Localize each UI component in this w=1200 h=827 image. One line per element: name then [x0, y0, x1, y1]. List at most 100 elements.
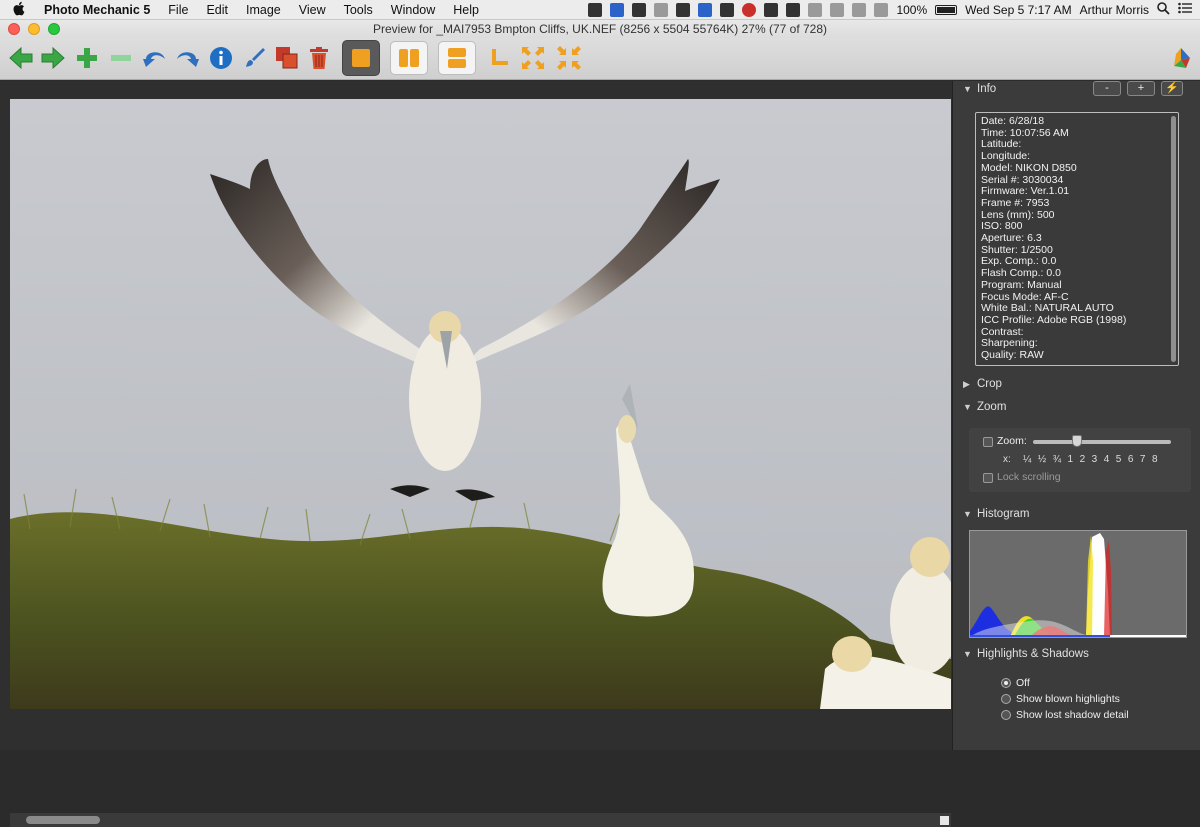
stacked-view-button[interactable] — [438, 41, 476, 75]
zoom-tick[interactable]: 2 — [1080, 454, 1086, 465]
copy-button[interactable] — [270, 41, 304, 75]
next-arrow-icon — [40, 46, 66, 70]
menu-help[interactable]: Help — [444, 0, 488, 20]
minimize-window-button[interactable] — [28, 23, 40, 35]
remove-button[interactable] — [104, 41, 138, 75]
radio-label: Off — [1016, 677, 1030, 689]
single-view-button[interactable] — [342, 40, 380, 76]
radio-lost-shadow[interactable]: Show lost shadow detail — [1001, 709, 1129, 721]
image-viewer[interactable] — [0, 81, 952, 827]
notification-center-icon[interactable] — [1178, 2, 1192, 17]
five-icon[interactable] — [786, 2, 801, 17]
zoom-tick[interactable]: 3 — [1092, 454, 1098, 465]
shield-icon[interactable] — [764, 2, 779, 17]
add-button[interactable] — [70, 41, 104, 75]
info-scrollbar[interactable] — [1171, 116, 1176, 362]
clock[interactable]: Wed Sep 5 7:17 AM — [965, 3, 1072, 17]
zoom-slider-knob[interactable] — [1072, 435, 1082, 447]
menu-edit[interactable]: Edit — [197, 0, 237, 20]
radio-off[interactable]: Off — [1001, 677, 1030, 689]
delete-button[interactable] — [302, 41, 336, 75]
bluetooth-icon[interactable] — [830, 2, 845, 17]
radio-button[interactable] — [1001, 710, 1011, 720]
scrollbar-thumb[interactable] — [26, 816, 100, 824]
zoom-controls: Zoom: x: ¼ ½ ¾ 1 2 3 4 5 6 7 8 Lock scro… — [969, 428, 1191, 492]
info-section-header[interactable]: ▼ Info — [963, 83, 996, 95]
histogram-section-header[interactable]: ▼ Histogram — [963, 508, 1029, 520]
disclosure-open-icon: ▼ — [963, 402, 972, 412]
app-logo-button[interactable] — [1164, 41, 1198, 75]
crop-button[interactable] — [482, 41, 516, 75]
zoom-slider-track[interactable] — [1033, 440, 1171, 444]
info-controls: - + ⚡ — [1093, 81, 1183, 96]
info-expand-button[interactable]: + — [1127, 81, 1155, 96]
info-collapse-button[interactable]: - — [1093, 81, 1121, 96]
highlights-section-header[interactable]: ▼ Highlights & Shadows — [963, 648, 1089, 660]
redo-button[interactable] — [170, 41, 204, 75]
disclosure-closed-icon: ▶ — [963, 378, 970, 389]
film-icon[interactable] — [588, 2, 603, 17]
zoom-fit-button[interactable] — [516, 41, 550, 75]
zoom-window-button[interactable] — [48, 23, 60, 35]
zoom-tick[interactable]: 7 — [1140, 454, 1146, 465]
zoom-checkbox[interactable] — [983, 437, 993, 447]
crop-section-header[interactable]: ▶ Crop — [963, 378, 1002, 390]
zoom-tick[interactable]: ¾ — [1053, 454, 1061, 465]
menu-tools[interactable]: Tools — [335, 0, 382, 20]
side-by-side-icon — [398, 47, 420, 69]
zoom-tick[interactable]: 5 — [1116, 454, 1122, 465]
menu-file[interactable]: File — [159, 0, 197, 20]
info-row: Program: Manual — [981, 278, 1062, 291]
zoom-tick[interactable]: 1 — [1068, 454, 1074, 465]
battery-icon[interactable] — [935, 4, 958, 15]
menu-window[interactable]: Window — [382, 0, 444, 20]
resize-corner[interactable] — [940, 816, 949, 825]
zoom-tick[interactable]: 4 — [1104, 454, 1110, 465]
sync-icon[interactable] — [698, 2, 713, 17]
undo-icon — [142, 47, 168, 69]
menu-app-name[interactable]: Photo Mechanic 5 — [36, 0, 159, 20]
volume-icon[interactable] — [874, 2, 889, 17]
menu-image[interactable]: Image — [237, 0, 290, 20]
info-icon — [209, 46, 233, 70]
disclosure-open-icon: ▼ — [963, 509, 972, 519]
info-metadata-box[interactable]: Date: 6/28/18 Time: 10:07:56 AM Latitude… — [975, 112, 1179, 366]
radio-button[interactable] — [1001, 694, 1011, 704]
horizontal-scrollbar[interactable] — [10, 813, 951, 827]
zoom-fill-button[interactable] — [552, 41, 586, 75]
histogram-graph — [969, 530, 1187, 638]
menu-bar: Photo Mechanic 5 File Edit Image View To… — [0, 0, 1200, 20]
side-by-side-button[interactable] — [390, 41, 428, 75]
undo-button[interactable] — [138, 41, 172, 75]
time-machine-icon[interactable] — [808, 2, 823, 17]
security-icon[interactable] — [742, 2, 757, 17]
menu-view[interactable]: View — [290, 0, 335, 20]
radio-button-selected[interactable] — [1001, 678, 1011, 688]
creative-cloud-icon[interactable] — [654, 2, 669, 17]
previous-button[interactable] — [4, 41, 38, 75]
lightning-icon[interactable]: ⚡ — [1161, 81, 1183, 96]
cloud-icon[interactable] — [632, 2, 647, 17]
next-button[interactable] — [36, 41, 70, 75]
previous-arrow-icon — [8, 46, 34, 70]
radio-blown-highlights[interactable]: Show blown highlights — [1001, 693, 1120, 705]
apple-menu-icon[interactable] — [0, 1, 36, 19]
close-window-button[interactable] — [8, 23, 20, 35]
user-name[interactable]: Arthur Morris — [1080, 3, 1149, 17]
preview-photo[interactable] — [10, 99, 951, 709]
zoom-tick[interactable]: ½ — [1038, 454, 1046, 465]
radio-label: Show blown highlights — [1016, 693, 1120, 705]
zoom-section-header[interactable]: ▼ Zoom — [963, 401, 1006, 413]
wifi-icon[interactable] — [852, 2, 867, 17]
info-button[interactable] — [204, 41, 238, 75]
malwarebytes-icon[interactable] — [720, 2, 735, 17]
zoom-tick[interactable]: 6 — [1128, 454, 1134, 465]
dropbox-icon[interactable] — [610, 2, 625, 17]
spotlight-search-icon[interactable] — [1157, 1, 1170, 18]
zoom-tick[interactable]: 8 — [1152, 454, 1158, 465]
lock-scrolling-checkbox[interactable] — [983, 473, 993, 483]
zoom-tick[interactable]: ¼ — [1023, 454, 1031, 465]
edit-button[interactable] — [238, 41, 272, 75]
info-row: Frame #: 7953 — [981, 196, 1050, 209]
copy-app-icon[interactable] — [676, 2, 691, 17]
